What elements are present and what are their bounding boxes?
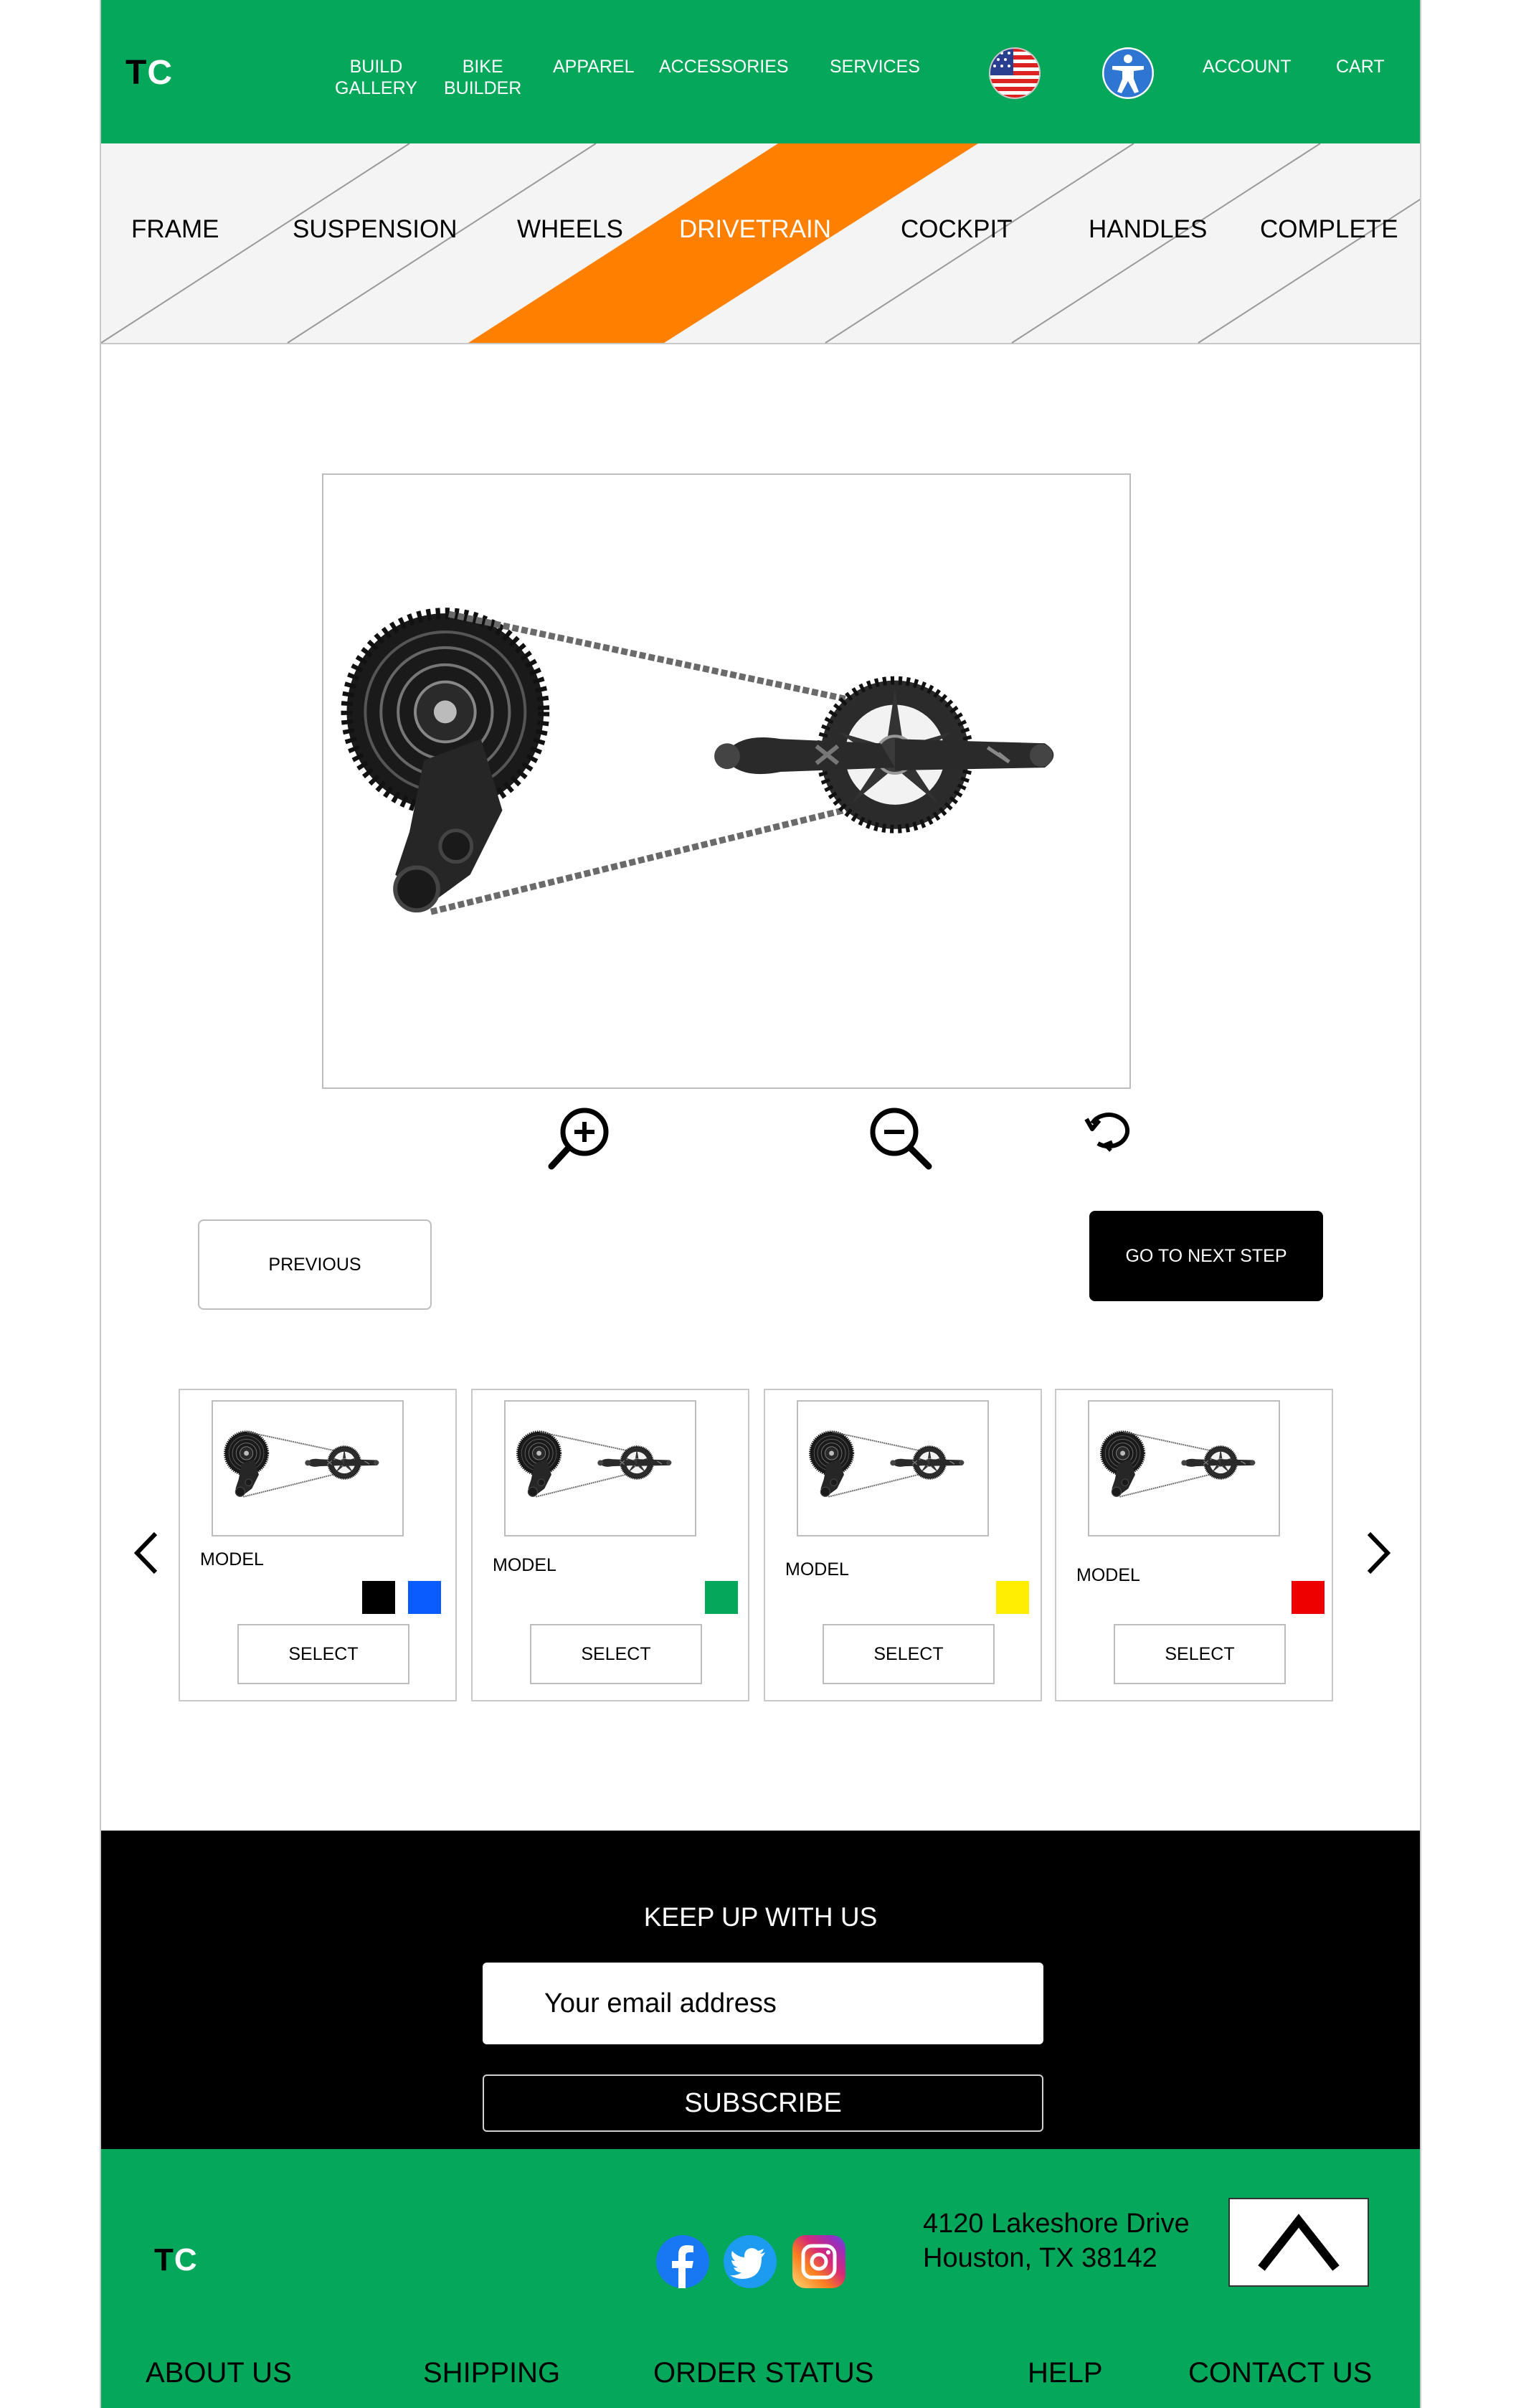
footer-link-about-us[interactable]: ABOUT US	[146, 2357, 292, 2389]
footer-link-help[interactable]: HELP	[1028, 2357, 1103, 2389]
logo-t: T	[125, 54, 148, 92]
nav-bike-builder[interactable]: BIKE BUILDER	[444, 56, 521, 99]
product-viewer[interactable]	[322, 473, 1131, 1089]
instagram-icon[interactable]	[792, 2235, 845, 2288]
site-header: TC BUILD GALLERY BIKE BUILDER APPAREL AC…	[101, 0, 1420, 143]
carousel-prev-arrow-icon[interactable]	[127, 1528, 163, 1578]
footer-link-shipping[interactable]: SHIPPING	[423, 2357, 560, 2389]
newsletter-title: KEEP UP WITH US	[643, 1902, 878, 1932]
product-card: MODEL SELECT	[179, 1389, 457, 1701]
select-button[interactable]: SELECT	[237, 1624, 409, 1684]
page-frame: TC BUILD GALLERY BIKE BUILDER APPAREL AC…	[100, 0, 1421, 2408]
select-button[interactable]: SELECT	[1114, 1624, 1286, 1684]
logo[interactable]: TC	[125, 53, 173, 93]
model-label: MODEL	[785, 1559, 849, 1580]
email-input[interactable]	[483, 1963, 1043, 2044]
model-label: MODEL	[1076, 1565, 1140, 1585]
product-card: MODEL SELECT	[1055, 1389, 1333, 1701]
product-thumbnail[interactable]	[797, 1400, 989, 1536]
color-swatch-black[interactable]	[362, 1581, 395, 1614]
color-swatch-green[interactable]	[705, 1581, 738, 1614]
product-thumbnail[interactable]	[1088, 1400, 1280, 1536]
color-swatch-black[interactable]	[659, 1581, 692, 1614]
twitter-icon[interactable]	[724, 2235, 777, 2288]
model-label: MODEL	[200, 1549, 264, 1569]
nav-services[interactable]: SERVICES	[830, 56, 920, 77]
zoom-in-icon[interactable]	[547, 1105, 613, 1174]
nav-account[interactable]: ACCOUNT	[1203, 56, 1292, 77]
nav-accessories[interactable]: ACCESSORIES	[659, 56, 789, 77]
model-label: MODEL	[493, 1555, 556, 1575]
color-swatch-black[interactable]	[950, 1581, 983, 1614]
us-flag-icon[interactable]	[989, 47, 1041, 99]
step-stripes	[101, 143, 1420, 344]
builder-steps: FRAME SUSPENSION WHEELS DRIVETRAIN COCKP…	[101, 143, 1420, 344]
color-swatch-black[interactable]	[1246, 1581, 1279, 1614]
nav-build-gallery[interactable]: BUILD GALLERY	[335, 56, 417, 99]
step-cockpit[interactable]: COCKPIT	[901, 215, 1013, 244]
carousel-next-arrow-icon[interactable]	[1362, 1528, 1398, 1578]
address-line1: 4120 Lakeshore Drive	[923, 2209, 1190, 2239]
select-button[interactable]: SELECT	[823, 1624, 995, 1684]
site-footer: TC 4120 Lakeshore Drive Houston, TX 3814…	[101, 2149, 1420, 2408]
product-thumbnail[interactable]	[504, 1400, 696, 1536]
footer-link-order-status[interactable]: ORDER STATUS	[653, 2357, 873, 2389]
step-suspension[interactable]: SUSPENSION	[293, 215, 458, 244]
step-complete[interactable]: COMPLETE	[1260, 215, 1398, 244]
step-drivetrain[interactable]: DRIVETRAIN	[679, 215, 831, 244]
nav-bike-builder-line2: BUILDER	[444, 78, 522, 98]
nav-apparel[interactable]: APPAREL	[553, 56, 634, 77]
accessibility-icon[interactable]	[1102, 47, 1154, 99]
previous-button[interactable]: PREVIOUS	[198, 1219, 432, 1310]
nav-bike-builder-line1: BIKE	[462, 57, 503, 77]
next-step-button[interactable]: GO TO NEXT STEP	[1089, 1211, 1323, 1301]
drivetrain-product-image	[323, 475, 1129, 1087]
step-wheels[interactable]: WHEELS	[517, 215, 623, 244]
subscribe-button[interactable]: SUBSCRIBE	[483, 2074, 1043, 2132]
logo-c: C	[147, 54, 173, 92]
back-to-top-button[interactable]	[1228, 2198, 1369, 2287]
address-line2: Houston, TX 38142	[923, 2243, 1157, 2273]
select-button[interactable]: SELECT	[530, 1624, 702, 1684]
footer-logo-t: T	[154, 2242, 174, 2277]
color-swatch-blue[interactable]	[408, 1581, 441, 1614]
facebook-icon[interactable]	[656, 2235, 709, 2288]
step-handles[interactable]: HANDLES	[1089, 215, 1207, 244]
nav-cart[interactable]: CART	[1336, 56, 1385, 77]
footer-logo[interactable]: TC	[154, 2242, 198, 2278]
product-card: MODEL SELECT	[471, 1389, 749, 1701]
color-swatch-red[interactable]	[1292, 1581, 1325, 1614]
color-swatch-yellow[interactable]	[996, 1581, 1029, 1614]
zoom-out-icon[interactable]	[867, 1105, 933, 1174]
chevron-up-icon	[1258, 2214, 1340, 2271]
product-card: MODEL SELECT	[764, 1389, 1042, 1701]
nav-build-gallery-line1: BUILD	[349, 57, 403, 77]
footer-link-contact-us[interactable]: CONTACT US	[1188, 2357, 1372, 2389]
product-thumbnail[interactable]	[212, 1400, 404, 1536]
step-frame[interactable]: FRAME	[131, 215, 219, 244]
address: 4120 Lakeshore Drive Houston, TX 38142	[923, 2206, 1190, 2275]
footer-logo-c: C	[174, 2242, 198, 2277]
rotate-icon[interactable]	[1081, 1102, 1138, 1163]
nav-build-gallery-line2: GALLERY	[335, 78, 417, 98]
